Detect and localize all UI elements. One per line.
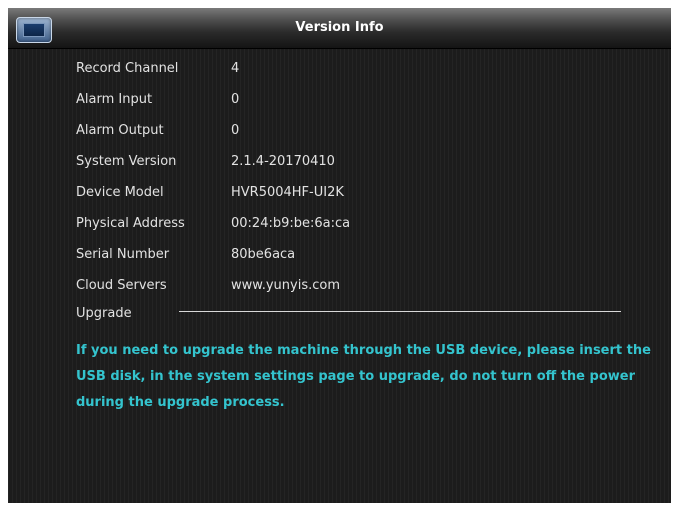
- cloud-servers-value: www.yunyis.com: [231, 278, 340, 293]
- alarm-output-label: Alarm Output: [76, 123, 164, 138]
- system-version-label: System Version: [76, 154, 177, 169]
- device-model-label: Device Model: [76, 185, 164, 200]
- system-version-value: 2.1.4-20170410: [231, 154, 335, 169]
- serial-number-value: 80be6aca: [231, 247, 296, 262]
- title-bar: Version Info: [8, 8, 671, 49]
- record-channel-value: 4: [231, 61, 240, 76]
- alarm-output-value: 0: [231, 123, 240, 138]
- alarm-input-label: Alarm Input: [76, 92, 153, 107]
- alarm-input-value: 0: [231, 92, 240, 107]
- upgrade-message: If you need to upgrade the machine throu…: [76, 343, 651, 410]
- upgrade-section-title: Upgrade: [76, 306, 132, 321]
- upgrade-divider: [179, 311, 621, 312]
- version-info-window: Version Info Record Channel 4 Alarm Inpu…: [8, 8, 671, 503]
- record-channel-label: Record Channel: [76, 61, 179, 76]
- physical-address-value: 00:24:b9:be:6a:ca: [231, 216, 351, 231]
- window-title: Version Info: [295, 20, 384, 35]
- physical-address-label: Physical Address: [76, 216, 185, 231]
- device-model-value: HVR5004HF-UI2K: [231, 185, 344, 200]
- cloud-servers-label: Cloud Servers: [76, 278, 167, 293]
- serial-number-label: Serial Number: [76, 247, 170, 262]
